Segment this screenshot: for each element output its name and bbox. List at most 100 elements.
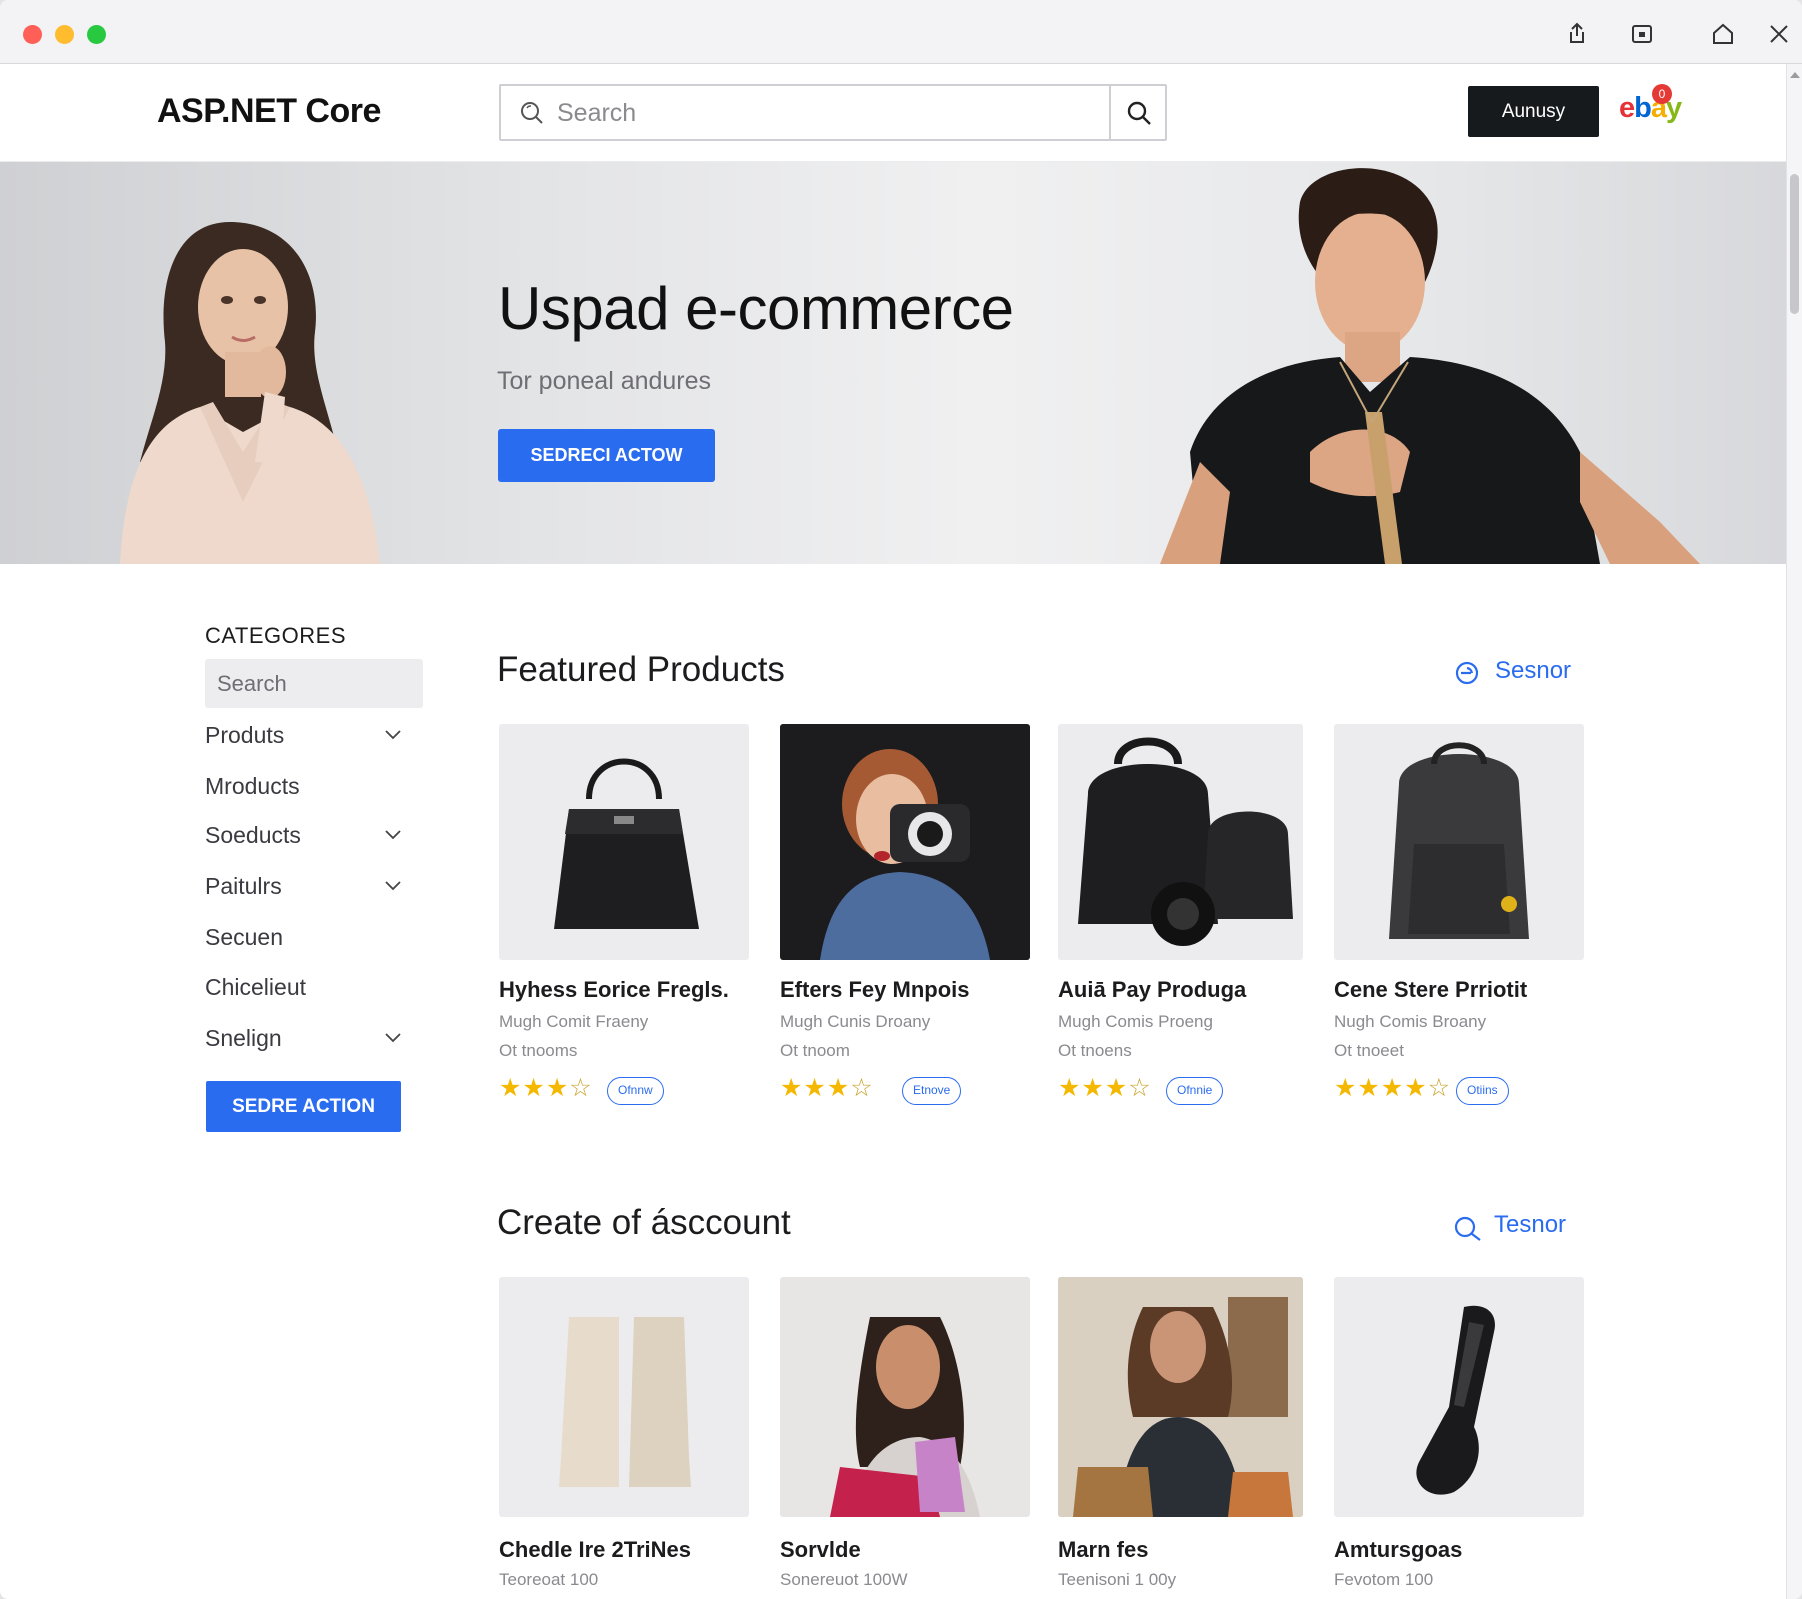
chevron-down-icon[interactable] <box>383 875 403 895</box>
boots-icon <box>559 1317 691 1487</box>
sidebar-item-chicelieut[interactable]: Chicelieut <box>205 974 405 1001</box>
ebay-letter-e: e <box>1619 92 1635 124</box>
hero-cta-button[interactable]: SEDRECI ACTOW <box>498 429 715 482</box>
zoom-window-button[interactable] <box>87 25 106 44</box>
product-name[interactable]: Auiā Pay Produga <box>1058 977 1246 1003</box>
product-name[interactable]: Sorvlde <box>780 1537 861 1563</box>
ebay-logo[interactable]: ebay <box>1619 92 1682 125</box>
product-image-boots[interactable] <box>499 1277 749 1517</box>
sidebar-action-button[interactable]: SEDRE ACTION <box>206 1081 401 1132</box>
product-tag-button[interactable]: Etnove <box>902 1077 962 1105</box>
product-meta: Sonereuot 100W <box>780 1570 908 1589</box>
account-section-heading: Create of ásccount <box>497 1203 791 1242</box>
close-icon[interactable] <box>1765 20 1793 48</box>
product-meta: Mugh Cunis Droany <box>780 1012 931 1031</box>
product-tag-button[interactable]: Ofnnw <box>607 1077 664 1105</box>
sidebar-item-secuen[interactable]: Secuen <box>205 924 405 951</box>
sidebar-item-mroducts[interactable]: Mroducts <box>205 773 405 800</box>
star-rating: ★★★☆ <box>499 1074 593 1102</box>
sidebar-item-label: Soeducts <box>205 822 301 848</box>
product-meta-secondary: Ot tnoeet <box>1334 1041 1404 1060</box>
product-image-shop-woman[interactable] <box>1058 1277 1303 1517</box>
search-user-icon <box>1454 1216 1481 1241</box>
product-image-bags[interactable] <box>1058 724 1303 960</box>
chevron-down-icon[interactable] <box>383 824 403 844</box>
sidebar-item-label: Snelign <box>205 1025 282 1051</box>
sidebar-item-label: Paitulrs <box>205 873 282 899</box>
star-rating: ★★★☆ <box>1058 1074 1152 1102</box>
product-tag-button[interactable]: Otiins <box>1456 1077 1509 1105</box>
search-placeholder: Search <box>557 99 637 127</box>
product-meta: Mugh Comis Proeng <box>1058 1012 1213 1031</box>
photographer-icon <box>820 749 990 960</box>
sidebar-item-label: Chicelieut <box>205 974 306 1000</box>
hero-woman-image <box>120 222 380 564</box>
product-image-shoe[interactable] <box>1334 1277 1584 1517</box>
product-tag-button[interactable]: Ofnnie <box>1166 1077 1224 1105</box>
featured-products-heading: Featured Products <box>497 650 785 689</box>
site-header: ASP.NET Core Search Aunusy ebay 0 <box>0 64 1802 162</box>
sidebar-item-label: Mroducts <box>205 773 300 799</box>
woman-with-bag-icon <box>830 1317 980 1517</box>
product-image-backpack[interactable] <box>1334 724 1584 960</box>
product-name[interactable]: Efters Fey Mnpois <box>780 977 969 1003</box>
browser-window: ASP.NET Core Search Aunusy ebay 0 Uspad … <box>0 0 1802 1599</box>
product-meta: Fevotom 100 <box>1334 1570 1434 1589</box>
shop-woman-icon <box>1058 1277 1303 1517</box>
product-meta: Teenisoni 1 00y <box>1058 1570 1177 1589</box>
handbag-icon <box>554 758 699 929</box>
home-icon[interactable] <box>1709 20 1737 48</box>
scroll-up-arrow-icon[interactable] <box>1790 72 1800 78</box>
sidebar-item-paitulrs[interactable]: Paitulrs <box>205 873 405 900</box>
categories-heading: CATEGORES <box>205 623 347 648</box>
hero-subtitle: Tor poneal andures <box>497 367 712 395</box>
product-name[interactable]: Amtursgoas <box>1334 1537 1462 1563</box>
account-button[interactable]: Aunusy <box>1468 86 1599 137</box>
backpack-set-icon <box>1078 737 1293 946</box>
close-window-button[interactable] <box>23 25 42 44</box>
search-icon <box>521 102 543 124</box>
chevron-down-icon[interactable] <box>383 1027 403 1047</box>
product-meta: Mugh Comit Fraeny <box>499 1012 649 1031</box>
category-search-input[interactable]: Search <box>205 659 423 708</box>
hero-title: Uspad e-commerce <box>498 275 1014 342</box>
featured-link-label: Sesnor <box>1495 657 1572 684</box>
product-meta: Teoreoat 100 <box>499 1570 599 1589</box>
refresh-icon <box>1455 661 1479 685</box>
star-rating: ★★★☆ <box>780 1074 874 1102</box>
vertical-scrollbar[interactable] <box>1786 64 1802 1599</box>
sidebar-item-snelign[interactable]: Snelign <box>205 1025 405 1052</box>
sidebar-item-soeducts[interactable]: Soeducts <box>205 822 405 849</box>
product-meta-secondary: Ot tnoom <box>780 1041 850 1060</box>
account-link-label: Tesnor <box>1494 1211 1567 1238</box>
ebay-letter-b: b <box>1634 92 1652 124</box>
product-image-handbag[interactable] <box>499 724 749 960</box>
product-meta-secondary: Ot tnoens <box>1058 1041 1132 1060</box>
product-image-camera[interactable] <box>780 724 1030 960</box>
product-meta: Nugh Comis Broany <box>1334 1012 1487 1031</box>
product-meta-secondary: Ot tnooms <box>499 1041 578 1060</box>
search-button[interactable] <box>1109 86 1165 139</box>
product-name[interactable]: Chedle Ire 2TriNes <box>499 1537 691 1563</box>
tab-icon[interactable] <box>1628 20 1656 48</box>
product-image-woman-bag[interactable] <box>780 1277 1030 1517</box>
product-name[interactable]: Marn fes <box>1058 1537 1148 1563</box>
product-name[interactable]: Hyhess Eorice Fregls. <box>499 977 729 1003</box>
featured-see-more-link[interactable]: Sesnor <box>1453 657 1593 687</box>
chevron-down-icon[interactable] <box>383 724 403 744</box>
minimize-window-button[interactable] <box>55 25 74 44</box>
scrollbar-thumb[interactable] <box>1790 174 1799 314</box>
product-name[interactable]: Cene Stere Prriotit <box>1334 977 1527 1003</box>
cart-badge: 0 <box>1652 84 1672 104</box>
share-icon[interactable] <box>1563 20 1591 48</box>
category-search-placeholder: Search <box>217 671 287 696</box>
hero-man-image <box>1160 168 1700 564</box>
title-bar <box>0 0 1802 64</box>
sidebar-item-label: Secuen <box>205 924 284 950</box>
sidebar-item-produts[interactable]: Produts <box>205 722 405 749</box>
account-see-more-link[interactable]: Tesnor <box>1452 1211 1597 1241</box>
search-input[interactable]: Search <box>499 84 1167 141</box>
star-rating: ★★★★☆ <box>1334 1074 1452 1102</box>
site-logo[interactable]: ASP.NET Core <box>157 92 381 131</box>
hero-banner: Uspad e-commerce Tor poneal andures SEDR… <box>0 162 1786 564</box>
